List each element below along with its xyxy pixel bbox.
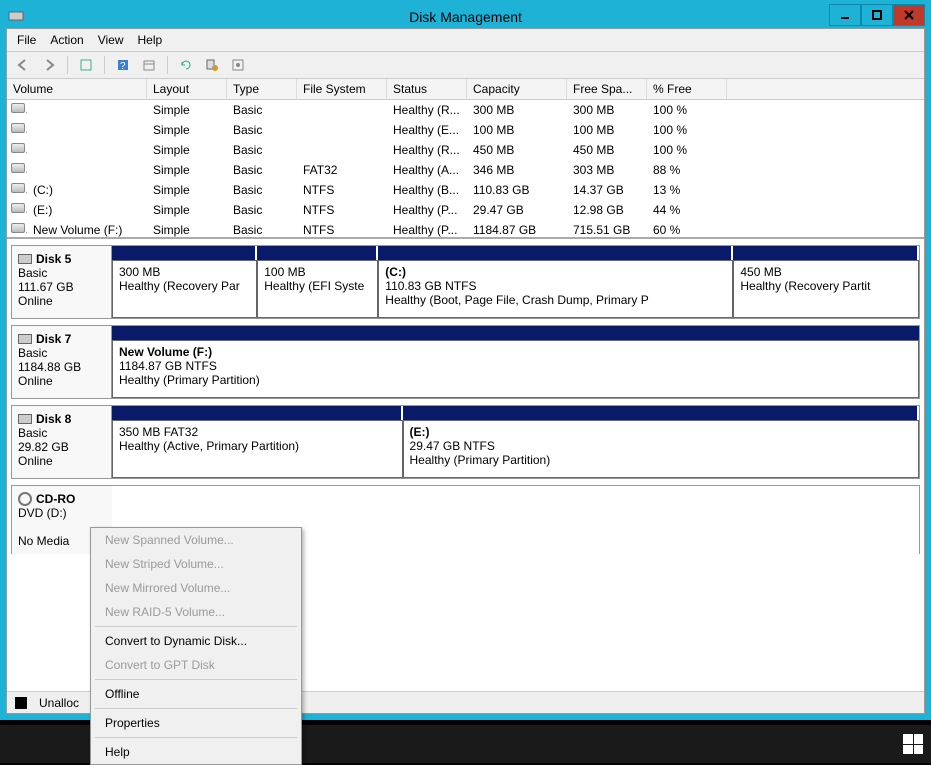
menu-action[interactable]: Action bbox=[50, 33, 83, 47]
partition[interactable]: 300 MBHealthy (Recovery Par bbox=[112, 260, 257, 318]
toolbar: ? bbox=[7, 52, 924, 79]
menubar: File Action View Help bbox=[7, 29, 924, 52]
partition[interactable]: 450 MBHealthy (Recovery Partit bbox=[733, 260, 919, 318]
volume-icon bbox=[11, 143, 25, 153]
col-pct[interactable]: % Free bbox=[647, 79, 727, 99]
cdrom-icon bbox=[18, 492, 32, 506]
minimize-button[interactable] bbox=[829, 4, 861, 26]
col-type[interactable]: Type bbox=[227, 79, 297, 99]
disk-size: 1184.88 GB bbox=[18, 360, 105, 374]
disk-state: Online bbox=[18, 294, 105, 308]
ctx-convert-gpt: Convert to GPT Disk bbox=[91, 653, 301, 677]
calendar-icon[interactable] bbox=[139, 55, 159, 75]
ctx-new-spanned: New Spanned Volume... bbox=[91, 528, 301, 552]
window-title: Disk Management bbox=[409, 9, 522, 25]
volume-list: Volume Layout Type File System Status Ca… bbox=[7, 79, 924, 239]
forward-icon[interactable] bbox=[39, 55, 59, 75]
col-volume[interactable]: Volume bbox=[7, 79, 147, 99]
disk-state: Online bbox=[18, 374, 105, 388]
disk-type: Basic bbox=[18, 426, 105, 440]
table-row[interactable]: SimpleBasicHealthy (E...100 MB100 MB100 … bbox=[7, 120, 924, 140]
ctx-properties[interactable]: Properties bbox=[91, 711, 301, 735]
menu-help[interactable]: Help bbox=[138, 33, 163, 47]
partition-c[interactable]: (C:)110.83 GB NTFSHealthy (Boot, Page Fi… bbox=[378, 260, 733, 318]
col-capacity[interactable]: Capacity bbox=[467, 79, 567, 99]
disk-size: 111.67 GB bbox=[18, 280, 105, 294]
disk-name: Disk 8 bbox=[36, 412, 71, 426]
volume-icon bbox=[11, 203, 25, 213]
disk-name: Disk 7 bbox=[36, 332, 71, 346]
context-menu: New Spanned Volume... New Striped Volume… bbox=[90, 527, 302, 765]
disk-type: Basic bbox=[18, 266, 105, 280]
properties-icon[interactable] bbox=[202, 55, 222, 75]
table-row[interactable]: New Volume (F:)SimpleBasicNTFSHealthy (P… bbox=[7, 220, 924, 239]
col-free[interactable]: Free Spa... bbox=[567, 79, 647, 99]
settings-icon[interactable] bbox=[228, 55, 248, 75]
disk-type: Basic bbox=[18, 346, 105, 360]
disk-name: CD-RO bbox=[36, 492, 75, 506]
grid-icon[interactable] bbox=[76, 55, 96, 75]
disk-row-7[interactable]: Disk 7 Basic 1184.88 GB Online New Volum… bbox=[11, 325, 920, 399]
table-row[interactable]: SimpleBasicFAT32Healthy (A...346 MB303 M… bbox=[7, 160, 924, 180]
col-fs[interactable]: File System bbox=[297, 79, 387, 99]
ctx-offline[interactable]: Offline bbox=[91, 682, 301, 706]
help-icon[interactable]: ? bbox=[113, 55, 133, 75]
disk-icon bbox=[18, 334, 32, 344]
close-button[interactable] bbox=[893, 4, 925, 26]
col-status[interactable]: Status bbox=[387, 79, 467, 99]
menu-file[interactable]: File bbox=[17, 33, 36, 47]
ctx-convert-dynamic[interactable]: Convert to Dynamic Disk... bbox=[91, 629, 301, 653]
partition[interactable]: 100 MBHealthy (EFI Syste bbox=[257, 260, 378, 318]
back-icon[interactable] bbox=[13, 55, 33, 75]
col-layout[interactable]: Layout bbox=[147, 79, 227, 99]
legend-swatch-unallocated bbox=[15, 697, 27, 709]
disk-icon bbox=[18, 254, 32, 264]
disk-row-5[interactable]: Disk 5 Basic 111.67 GB Online 300 MBHeal… bbox=[11, 245, 920, 319]
disk-row-8[interactable]: Disk 8 Basic 29.82 GB Online 350 MB FAT3… bbox=[11, 405, 920, 479]
menu-view[interactable]: View bbox=[98, 33, 124, 47]
refresh-icon[interactable] bbox=[176, 55, 196, 75]
partition[interactable]: 350 MB FAT32Healthy (Active, Primary Par… bbox=[112, 420, 403, 478]
disk-size: 29.82 GB bbox=[18, 440, 105, 454]
volume-icon bbox=[11, 123, 25, 133]
svg-text:?: ? bbox=[120, 61, 126, 72]
volume-icon bbox=[11, 103, 25, 113]
disk-type: DVD (D:) bbox=[18, 506, 106, 520]
partition-e[interactable]: (E:)29.47 GB NTFSHealthy (Primary Partit… bbox=[403, 420, 919, 478]
volume-icon bbox=[11, 163, 25, 173]
ctx-new-raid5: New RAID-5 Volume... bbox=[91, 600, 301, 624]
disk-icon bbox=[18, 414, 32, 424]
partition-f[interactable]: New Volume (F:)1184.87 GB NTFSHealthy (P… bbox=[112, 340, 919, 398]
disk-state: Online bbox=[18, 454, 105, 468]
ctx-help[interactable]: Help bbox=[91, 740, 301, 764]
table-row[interactable]: SimpleBasicHealthy (R...450 MB450 MB100 … bbox=[7, 140, 924, 160]
disk-name: Disk 5 bbox=[36, 252, 71, 266]
legend-label-unallocated: Unalloc bbox=[39, 696, 79, 710]
windows-logo-icon[interactable] bbox=[903, 734, 923, 754]
table-row[interactable]: SimpleBasicHealthy (R...300 MB300 MB100 … bbox=[7, 100, 924, 120]
table-row[interactable]: (E:)SimpleBasicNTFSHealthy (P...29.47 GB… bbox=[7, 200, 924, 220]
table-row[interactable]: (C:)SimpleBasicNTFSHealthy (B...110.83 G… bbox=[7, 180, 924, 200]
volume-icon bbox=[11, 223, 25, 233]
ctx-new-mirrored: New Mirrored Volume... bbox=[91, 576, 301, 600]
volume-icon bbox=[11, 183, 25, 193]
maximize-button[interactable] bbox=[861, 4, 893, 26]
app-icon bbox=[8, 8, 24, 24]
ctx-new-striped: New Striped Volume... bbox=[91, 552, 301, 576]
